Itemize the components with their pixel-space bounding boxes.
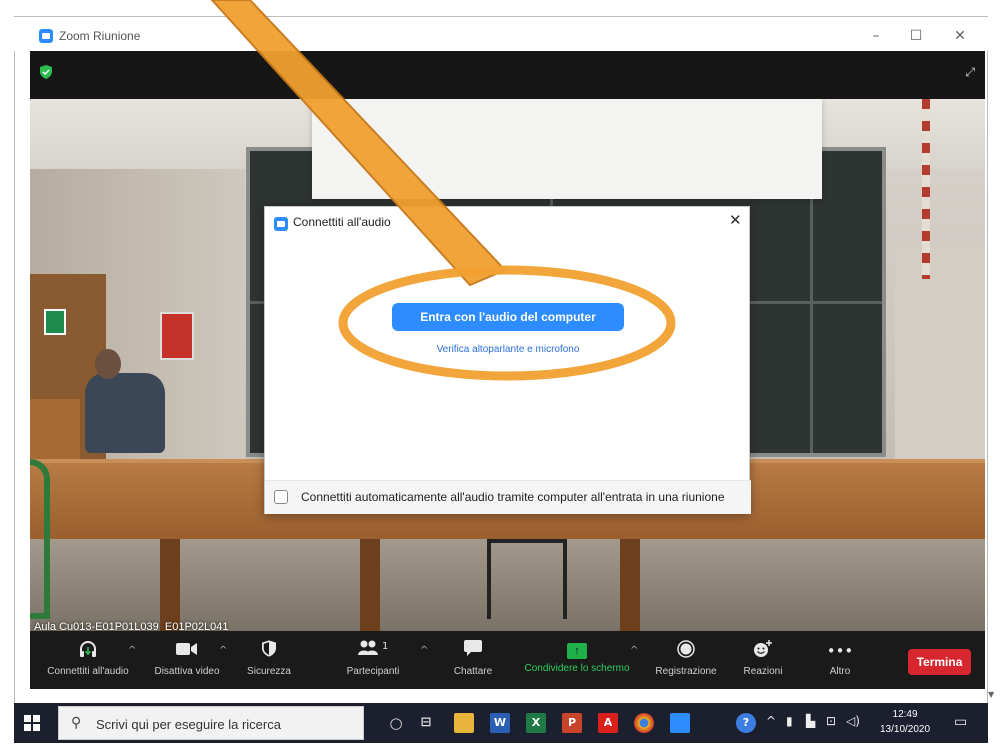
taskbar-clock[interactable]: 12:49 13/10/2020 xyxy=(880,707,930,737)
security-shield-icon xyxy=(242,640,296,662)
video-options-chevron-up-icon[interactable]: ^ xyxy=(219,645,227,656)
word-icon[interactable]: W xyxy=(490,713,510,733)
clock-time: 12:49 xyxy=(892,709,918,720)
minimize-icon[interactable]: – xyxy=(864,25,888,47)
record-button[interactable]: Registrazione xyxy=(648,631,724,689)
encryption-shield-icon[interactable] xyxy=(40,65,52,79)
meeting-toolbar: Connettiti all'audio ^ Disattiva video ^… xyxy=(30,631,985,689)
close-icon[interactable]: ✕ xyxy=(948,25,972,47)
chat-button[interactable]: Chattare xyxy=(444,631,502,689)
show-hidden-icons-chevron-icon[interactable]: ^ xyxy=(766,714,776,728)
clock-date: 13/10/2020 xyxy=(880,724,931,735)
dialog-title: Connettiti all'audio xyxy=(293,215,391,229)
security-button[interactable]: Sicurezza xyxy=(242,631,296,689)
search-icon: ⚲ xyxy=(71,715,82,731)
participants-options-chevron-up-icon[interactable]: ^ xyxy=(420,645,428,656)
chat-bubble-icon xyxy=(444,640,502,662)
fullscreen-icon[interactable]: ⤢ xyxy=(965,65,975,80)
participants-button[interactable]: 1 Partecipanti xyxy=(336,631,410,689)
join-audio-button[interactable]: Connettiti all'audio xyxy=(36,631,140,689)
share-screen-arrow-up-icon: ↑ xyxy=(567,643,587,659)
chair xyxy=(487,539,567,619)
more-button[interactable]: ••• Altro xyxy=(816,631,864,689)
join-audio-dialog: Connettiti all'audio ✕ Entra con l'audio… xyxy=(264,206,751,514)
windows-taskbar: ⚲ Scrivi qui per eseguire la ricerca ○ ⊟… xyxy=(14,703,988,743)
participants-icon: 1 xyxy=(336,640,410,662)
meeting-top-bar: ⤢ xyxy=(30,51,985,99)
stop-video-button[interactable]: Disattiva video xyxy=(145,631,229,689)
maximize-icon[interactable]: ☐ xyxy=(904,25,928,47)
audio-options-chevron-up-icon[interactable]: ^ xyxy=(128,645,136,656)
person xyxy=(75,349,170,459)
excel-icon[interactable]: X xyxy=(526,713,546,733)
acrobat-icon[interactable]: A xyxy=(598,713,618,733)
task-view-icon[interactable]: ⊟ xyxy=(416,713,436,733)
share-screen-button[interactable]: ↑ Condividere lo schermo xyxy=(515,631,639,689)
reactions-button[interactable]: Reazioni xyxy=(736,631,790,689)
auto-join-audio-label[interactable]: Connettiti automaticamente all'audio tra… xyxy=(301,490,725,504)
network-icon[interactable]: ⊡ xyxy=(826,714,836,728)
search-placeholder: Scrivi qui per eseguire la ricerca xyxy=(96,717,281,732)
taskbar-search-box[interactable]: ⚲ Scrivi qui per eseguire la ricerca xyxy=(58,706,364,740)
title-bar: Zoom Riunione – ☐ ✕ xyxy=(14,17,988,51)
test-speaker-microphone-link[interactable]: Verifica altoparlante e microfono xyxy=(265,344,751,355)
window-title: Zoom Riunione xyxy=(59,29,141,43)
action-center-icon[interactable]: ▭ xyxy=(954,714,967,730)
file-explorer-icon[interactable] xyxy=(454,713,474,733)
screen: Zoom Riunione – ☐ ✕ ⤢ Aula Cu013-E01P01L… xyxy=(0,0,1001,750)
dialog-footer: Connettiti automaticamente all'audio tra… xyxy=(265,481,751,514)
tray-app-icon[interactable]: ▮ xyxy=(786,714,793,728)
end-meeting-button[interactable]: Termina xyxy=(908,649,971,675)
auto-join-audio-checkbox[interactable] xyxy=(274,490,288,504)
help-icon[interactable]: ? xyxy=(736,713,756,733)
record-icon xyxy=(648,640,724,662)
scroll-down-arrow-icon[interactable]: ▼ xyxy=(988,690,996,700)
zoom-dialog-icon xyxy=(274,217,288,231)
more-dots-icon: ••• xyxy=(826,642,854,660)
volume-icon[interactable]: ◁) xyxy=(846,714,860,728)
participant-name-label: Aula Cu013-E01P01L039_E01P02L041 xyxy=(34,621,229,631)
zoom-taskbar-icon[interactable] xyxy=(670,713,690,733)
dialog-close-icon[interactable]: ✕ xyxy=(729,211,742,229)
chrome-icon[interactable] xyxy=(634,713,654,733)
cortana-icon[interactable]: ○ xyxy=(386,713,406,733)
participants-count: 1 xyxy=(382,641,389,652)
windows-start-icon[interactable] xyxy=(24,715,40,731)
share-options-chevron-up-icon[interactable]: ^ xyxy=(630,645,638,656)
projector-screen xyxy=(312,99,822,199)
join-with-computer-audio-button[interactable]: Entra con l'audio del computer xyxy=(392,303,624,331)
video-camera-icon xyxy=(145,640,229,662)
tray-chart-icon[interactable]: ▙ xyxy=(806,714,815,728)
zoom-app-icon xyxy=(39,29,53,43)
headphones-icon xyxy=(36,640,140,662)
emoji-add-icon xyxy=(736,640,790,662)
powerpoint-icon[interactable]: P xyxy=(562,713,582,733)
exit-sign xyxy=(44,309,66,335)
